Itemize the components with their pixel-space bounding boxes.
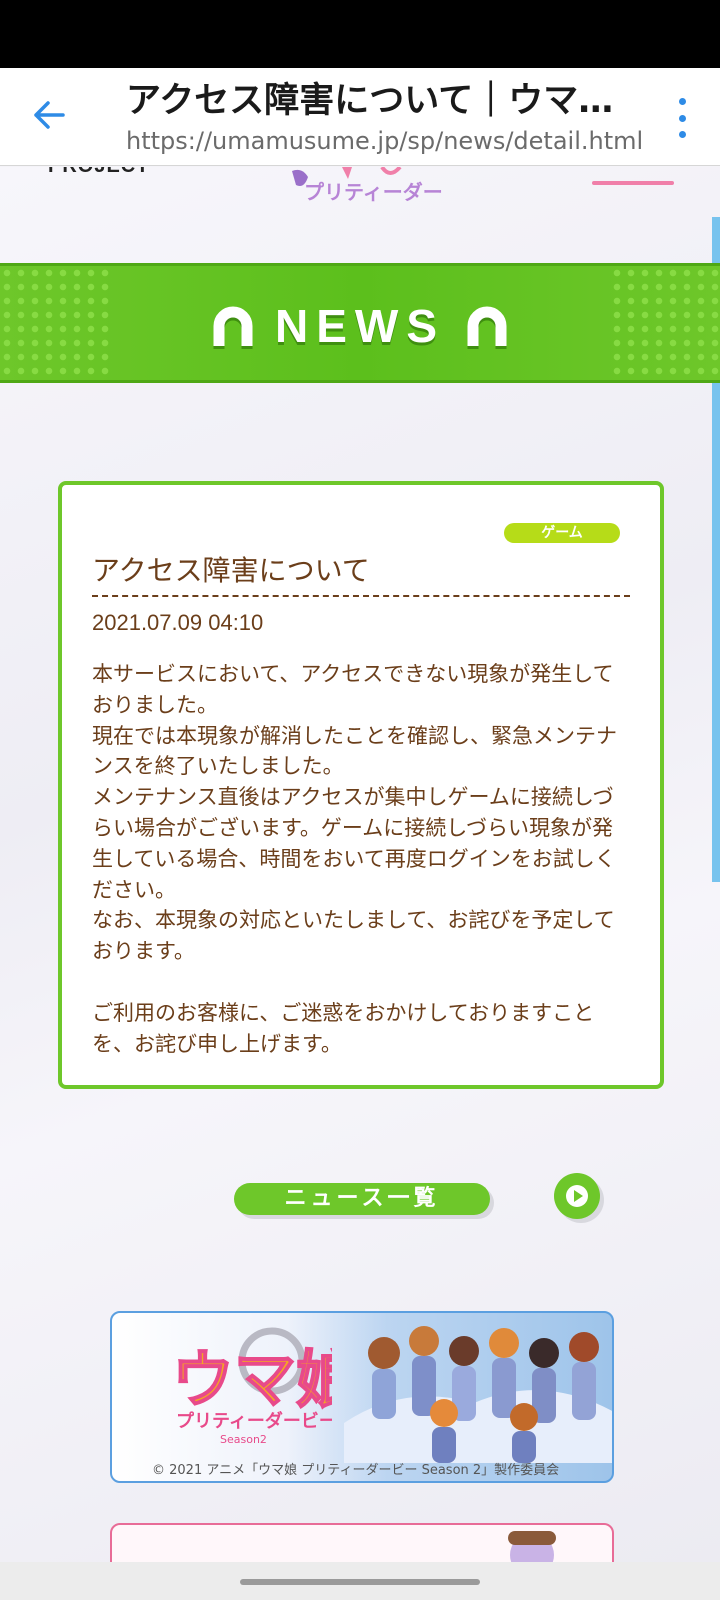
news-list-button[interactable]: ニュース一覧 [234,1183,490,1215]
logo-fragment-text: プリティーダービー [304,180,442,204]
category-badge: ゲーム [504,523,620,543]
secondary-promo-banner[interactable] [110,1523,614,1562]
status-bar [0,0,720,68]
uma-musume-season2-logo: ウマ娘 プリティーダービー Season2 [171,1327,332,1446]
title-block: アクセス障害について｜ウマ娘 プリティーダービー https://umamusu… [126,78,646,156]
article-date: 2021.07.09 04:10 [92,610,264,635]
project-logo-text[interactable]: PROJECT [48,167,149,178]
more-options-button[interactable] [668,98,696,138]
logo-main-text: ウマ娘 [172,1343,332,1416]
home-indicator[interactable] [240,1579,480,1585]
character-illustration [508,1531,556,1562]
browser-toolbar: アクセス障害について｜ウマ娘 プリティーダービー https://umamusu… [0,68,720,166]
web-page: PROJECT プリティーダービー NEWS ゲーム アクセス障害について 20… [0,167,720,1562]
horseshoe-icon [213,306,253,349]
page-title: アクセス障害について｜ウマ娘 プリティーダービー [126,81,646,121]
back-button[interactable] [26,92,72,138]
system-navigation-bar [0,1562,720,1600]
character-group-illustration [344,1326,612,1463]
arrow-left-icon [34,101,65,129]
copyright-caption: © 2021 アニメ「ウマ娘 プリティーダービー Season 2」製作委員会 [152,1463,560,1478]
anime-season2-banner[interactable]: ウマ娘 プリティーダービー Season2 © 2021 アニメ「ウマ娘 プリテ… [110,1311,614,1483]
nav-active-indicator [592,181,674,185]
news-heading: NEWS [0,266,720,380]
season-text: Season2 [220,1433,267,1446]
url-display[interactable]: https://umamusume.jp/sp/news/detail.html [126,126,646,156]
article-title: アクセス障害について [92,554,370,587]
uma-musume-logo-fragment[interactable]: プリティーダービー [282,167,442,205]
title-divider [92,595,630,597]
more-vertical-icon [678,98,686,105]
news-banner: NEWS [0,263,720,383]
article-card: ゲーム アクセス障害について 2021.07.09 04:10 本サービスにおい… [58,481,664,1089]
news-heading-text: NEWS [275,300,445,352]
logo-subtitle-text: プリティーダービー [176,1410,332,1432]
article-body: 本サービスにおいて、アクセスできない現象が発生しておりました。 現在では本現象が… [92,662,617,1056]
horseshoe-icon [467,306,507,349]
play-icon [566,1185,588,1207]
news-list-play-button[interactable] [554,1173,600,1219]
